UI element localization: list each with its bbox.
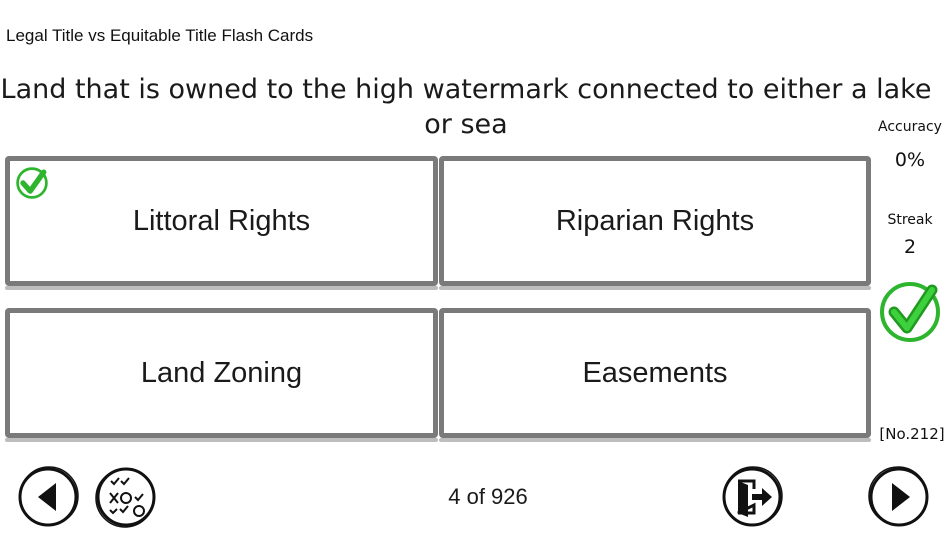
answer-label: Littoral Rights (132, 204, 311, 237)
quiz-mode-icon[interactable] (94, 465, 158, 529)
correct-check-icon (880, 282, 940, 342)
card-shadow (439, 286, 871, 290)
prev-arrow-icon[interactable] (16, 465, 80, 529)
exit-icon[interactable] (720, 465, 784, 529)
answer-label: Riparian Rights (555, 204, 755, 237)
answer-card-2[interactable]: Riparian Rights (439, 156, 871, 290)
answer-card-1[interactable]: Littoral Rights (5, 156, 438, 290)
answer-label: Land Zoning (140, 356, 303, 389)
streak-label: Streak (887, 212, 933, 228)
check-icon (16, 167, 48, 199)
card-shadow (439, 438, 871, 442)
question-text: Land that is owned to the high watermark… (0, 74, 932, 140)
accuracy-value: 0% (894, 149, 926, 171)
answer-label: Easements (582, 356, 728, 389)
card-number: [No.212] (879, 425, 945, 443)
answer-card-3[interactable]: Land Zoning (5, 308, 438, 442)
deck-title: Legal Title vs Equitable Title Flash Car… (6, 26, 314, 45)
answer-card-4[interactable]: Easements (439, 308, 871, 442)
card-shadow (5, 438, 438, 442)
card-counter: 4 of 926 (448, 484, 528, 509)
next-arrow-icon[interactable] (867, 465, 931, 529)
accuracy-label: Accuracy (878, 119, 942, 135)
card-shadow (5, 286, 438, 290)
streak-value: 2 (903, 236, 917, 258)
